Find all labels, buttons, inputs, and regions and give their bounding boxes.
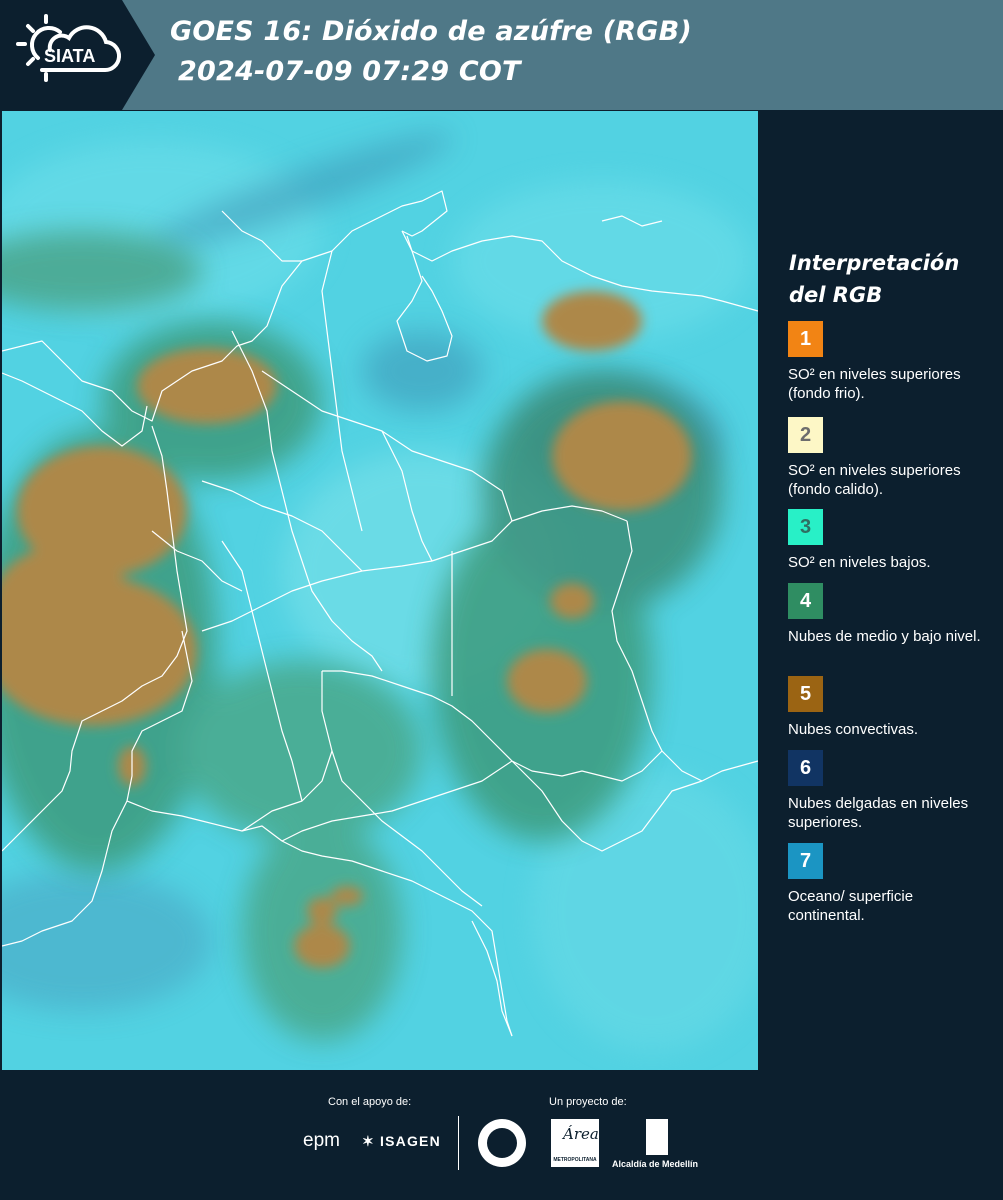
- legend-item-6: 6 Nubes delgadas en niveles superiores.: [788, 750, 993, 832]
- legend-swatch-5: 5: [788, 676, 823, 712]
- footer-bar: Con el apoyo de: Un proyecto de: epm ✶ I…: [0, 1071, 1003, 1200]
- legend-label-3: SO² en niveles bajos.: [788, 554, 931, 571]
- legend-item-1: 1 SO² en niveles superiores (fondo frio)…: [788, 321, 993, 403]
- legend-swatch-4: 4: [788, 583, 823, 619]
- area-logo-script: Área: [563, 1125, 599, 1143]
- legend-swatch-6: 6: [788, 750, 823, 786]
- legend-label-2: SO² en niveles superiores (fondo calido)…: [788, 462, 961, 498]
- legend-label-7: Oceano/ superficie continental.: [788, 888, 914, 924]
- sun-cloud-icon: SIATA: [16, 14, 122, 82]
- legend-label-5: Nubes convectivas.: [788, 721, 919, 738]
- page-timestamp: 2024-07-09 07:29 COT: [178, 56, 521, 87]
- header-bar: SIATA GOES 16: Dióxido de azúfre (RGB) 2…: [0, 0, 1003, 110]
- legend-item-7: 7 Oceano/ superficie continental.: [788, 843, 993, 925]
- legend-title-line1: Interpretación: [789, 251, 960, 275]
- alcaldia-shield-icon: [646, 1119, 668, 1155]
- isagen-logo-text: ISAGEN: [380, 1133, 441, 1149]
- siata-logo-text: SIATA: [44, 46, 95, 66]
- legend-item-3: 3 SO² en niveles bajos.: [788, 509, 993, 572]
- legend-item-5: 5 Nubes convectivas.: [788, 676, 993, 739]
- medellin-seal-logo: [478, 1119, 526, 1167]
- legend-swatch-2: 2: [788, 417, 823, 453]
- legend-swatch-3: 3: [788, 509, 823, 545]
- support-caption: Con el apoyo de:: [328, 1096, 412, 1108]
- satellite-image: [2, 111, 758, 1070]
- alcaldia-logo-text: Alcaldía de Medellín: [612, 1159, 699, 1169]
- legend-swatch-7: 7: [788, 843, 823, 879]
- isagen-logo: ✶ ISAGEN: [362, 1133, 441, 1150]
- seal-emblem-icon: [487, 1128, 517, 1158]
- siata-logo: SIATA: [0, 0, 155, 110]
- satellite-map[interactable]: [2, 111, 758, 1070]
- isagen-star-icon: ✶: [362, 1133, 375, 1149]
- legend-panel: Interpretación del RGB 1 SO² en niveles …: [760, 111, 1003, 1070]
- legend-label-4: Nubes de medio y bajo nivel.: [788, 628, 981, 645]
- legend-title: Interpretación del RGB: [789, 247, 989, 311]
- legend-item-4: 4 Nubes de medio y bajo nivel.: [788, 583, 993, 646]
- legend-label-6: Nubes delgadas en niveles superiores.: [788, 795, 969, 831]
- epm-logo: epm: [303, 1130, 340, 1151]
- legend-title-line2: del RGB: [789, 283, 883, 307]
- area-logo-text: METROPOLITANA: [553, 1157, 597, 1163]
- legend-item-2: 2 SO² en niveles superiores (fondo calid…: [788, 417, 993, 499]
- footer-divider: [458, 1116, 459, 1170]
- page-title: GOES 16: Dióxido de azúfre (RGB): [170, 16, 692, 47]
- area-metropolitana-logo: Área METROPOLITANA: [551, 1119, 599, 1167]
- legend-swatch-1: 1: [788, 321, 823, 357]
- legend-label-1: SO² en niveles superiores (fondo frio).: [788, 366, 961, 402]
- project-caption: Un proyecto de:: [549, 1096, 627, 1108]
